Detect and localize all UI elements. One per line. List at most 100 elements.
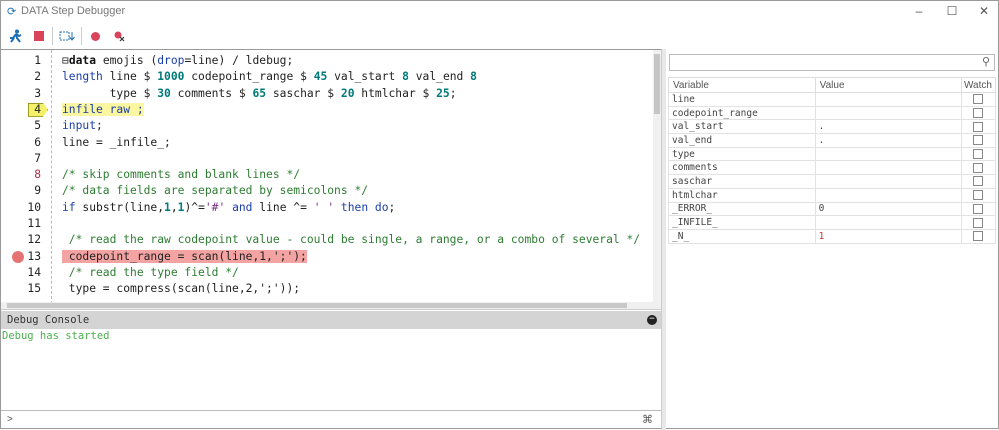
variable-search-input[interactable]: ⚲ <box>669 54 995 71</box>
watch-checkbox[interactable] <box>973 162 984 173</box>
variables-table: Variable Value Watch line codepoint_range… <box>668 77 997 244</box>
watch-cell <box>960 174 997 189</box>
line-number[interactable]: 3 <box>1 86 41 102</box>
watch-cell <box>960 92 997 107</box>
panel-splitter[interactable] <box>661 49 666 430</box>
code-token: '#' <box>204 200 226 214</box>
code-line[interactable]: /* read the raw codepoint value - could … <box>62 232 640 248</box>
code-line[interactable]: infile raw ; <box>62 102 144 118</box>
search-icon: ⚲ <box>981 56 990 68</box>
code-token: comments $ <box>170 86 253 100</box>
variable-row[interactable]: _N_ 1 <box>668 228 997 244</box>
watch-checkbox[interactable] <box>973 121 984 132</box>
column-header-value[interactable]: Value <box>814 77 962 93</box>
code-token: =line) / ldebug; <box>184 54 294 67</box>
line-number[interactable]: 14 <box>1 265 41 281</box>
scroll-thumb[interactable] <box>654 54 660 114</box>
code-token: 30 <box>157 86 171 100</box>
code-editor[interactable]: 1 ⊟data emojis (drop=line) / ldebug; 2 leng… <box>1 49 661 303</box>
variable-row[interactable]: comments <box>668 160 997 176</box>
code-line[interactable]: /* skip comments and blank lines */ <box>62 167 300 183</box>
code-line[interactable]: line = _infile_; <box>62 135 171 151</box>
line-number[interactable]: 11 <box>1 216 41 232</box>
editor-horizontal-scrollbar[interactable] <box>1 302 661 310</box>
stop-icon[interactable] <box>29 27 49 45</box>
column-header-variable[interactable]: Variable <box>668 77 816 93</box>
line-number[interactable]: 2 <box>1 69 41 85</box>
line-number[interactable]: 6 <box>1 135 41 151</box>
watch-cell <box>960 133 997 148</box>
breakpoint-icon[interactable] <box>12 250 24 263</box>
code-token: ; <box>449 86 457 100</box>
watch-checkbox[interactable] <box>973 135 984 146</box>
code-token: 65 <box>252 86 267 100</box>
code-line[interactable]: codepoint_range = scan(line,1,';'); <box>62 249 307 265</box>
code-token: line $ <box>102 70 158 84</box>
editor-vertical-scrollbar[interactable] <box>653 50 661 303</box>
breakpoint-icon[interactable] <box>85 27 105 45</box>
code-line[interactable]: if substr(line,1,1)^='#' and line ^= ' '… <box>62 200 395 216</box>
variable-row[interactable]: htmlchar <box>668 187 997 203</box>
scroll-thumb[interactable] <box>7 303 627 308</box>
code-token: /* read the raw codepoint value - could … <box>62 233 641 247</box>
watch-checkbox[interactable] <box>973 190 984 201</box>
watch-checkbox[interactable] <box>973 176 984 187</box>
line-number[interactable]: 4 <box>1 102 41 118</box>
code-token: 20 <box>340 86 355 100</box>
code-token: data <box>68 54 97 67</box>
code-line[interactable]: /* read the type field */ <box>62 265 239 281</box>
line-number[interactable]: 9 <box>1 183 41 199</box>
code-token: emojis ( <box>96 54 158 67</box>
variable-value <box>814 105 962 121</box>
watch-checkbox[interactable] <box>973 149 984 160</box>
line-number[interactable]: 10 <box>1 200 41 216</box>
minimize-console-icon[interactable]: − <box>647 315 657 325</box>
variable-value <box>814 160 962 176</box>
line-number[interactable]: 5 <box>1 118 41 134</box>
clear-breakpoints-icon[interactable] <box>109 27 129 45</box>
minimize-button[interactable]: – <box>904 3 934 19</box>
watch-checkbox[interactable] <box>973 94 984 105</box>
code-line[interactable]: ⊟data emojis (drop=line) / ldebug; <box>62 53 293 69</box>
variable-row[interactable]: val_start. <box>668 119 997 135</box>
variable-name: codepoint_range <box>668 105 816 121</box>
variable-row[interactable]: _INFILE_ <box>668 215 997 230</box>
variable-row[interactable]: type <box>668 146 997 162</box>
console-input[interactable]: > ⌘ <box>1 410 661 430</box>
variable-row[interactable]: _ERROR_ 0 <box>668 201 997 217</box>
code-token: then do <box>334 200 389 214</box>
watch-checkbox[interactable] <box>973 217 984 228</box>
code-line[interactable]: type $ 30 comments $ 65 saschar $ 20 htm… <box>62 86 457 102</box>
code-line[interactable]: /* data fields are separated by semicolo… <box>62 183 368 199</box>
line-number[interactable]: 12 <box>1 232 41 248</box>
run-icon[interactable] <box>5 27 25 45</box>
toolbar-divider <box>52 27 53 45</box>
watch-checkbox[interactable] <box>973 108 984 119</box>
line-number[interactable]: 1 <box>1 53 41 69</box>
code-token: htmlchar $ <box>354 86 437 100</box>
watch-checkbox[interactable] <box>973 231 984 242</box>
app-icon: ⟳ <box>7 6 17 18</box>
maximize-button[interactable]: ☐ <box>937 3 967 19</box>
code-line[interactable]: length line $ 1000 codepoint_range $ 45 … <box>62 69 477 85</box>
close-button[interactable]: ✕ <box>969 3 999 19</box>
prompt-icon: > <box>7 414 13 425</box>
window-title: DATA Step Debugger <box>21 5 126 17</box>
column-header-watch[interactable]: Watch <box>960 77 997 93</box>
variable-name: saschar <box>668 174 816 189</box>
variable-row[interactable]: line <box>668 92 997 107</box>
watch-cell <box>960 146 997 162</box>
expand-icon[interactable]: ⌘ <box>642 413 653 426</box>
variable-row[interactable]: codepoint_range <box>668 105 997 121</box>
line-number[interactable]: 15 <box>1 281 41 297</box>
code-line[interactable]: type = compress(scan(line,2,';')); <box>62 281 300 297</box>
variable-row[interactable]: saschar <box>668 174 997 189</box>
variable-name: val_end <box>668 133 816 148</box>
variable-row[interactable]: val_end. <box>668 133 997 148</box>
step-icon[interactable] <box>57 27 77 45</box>
line-number[interactable]: 8 <box>1 167 41 183</box>
line-number[interactable]: 7 <box>1 151 41 167</box>
watch-checkbox[interactable] <box>973 203 984 214</box>
code-line[interactable]: input; <box>62 118 103 134</box>
